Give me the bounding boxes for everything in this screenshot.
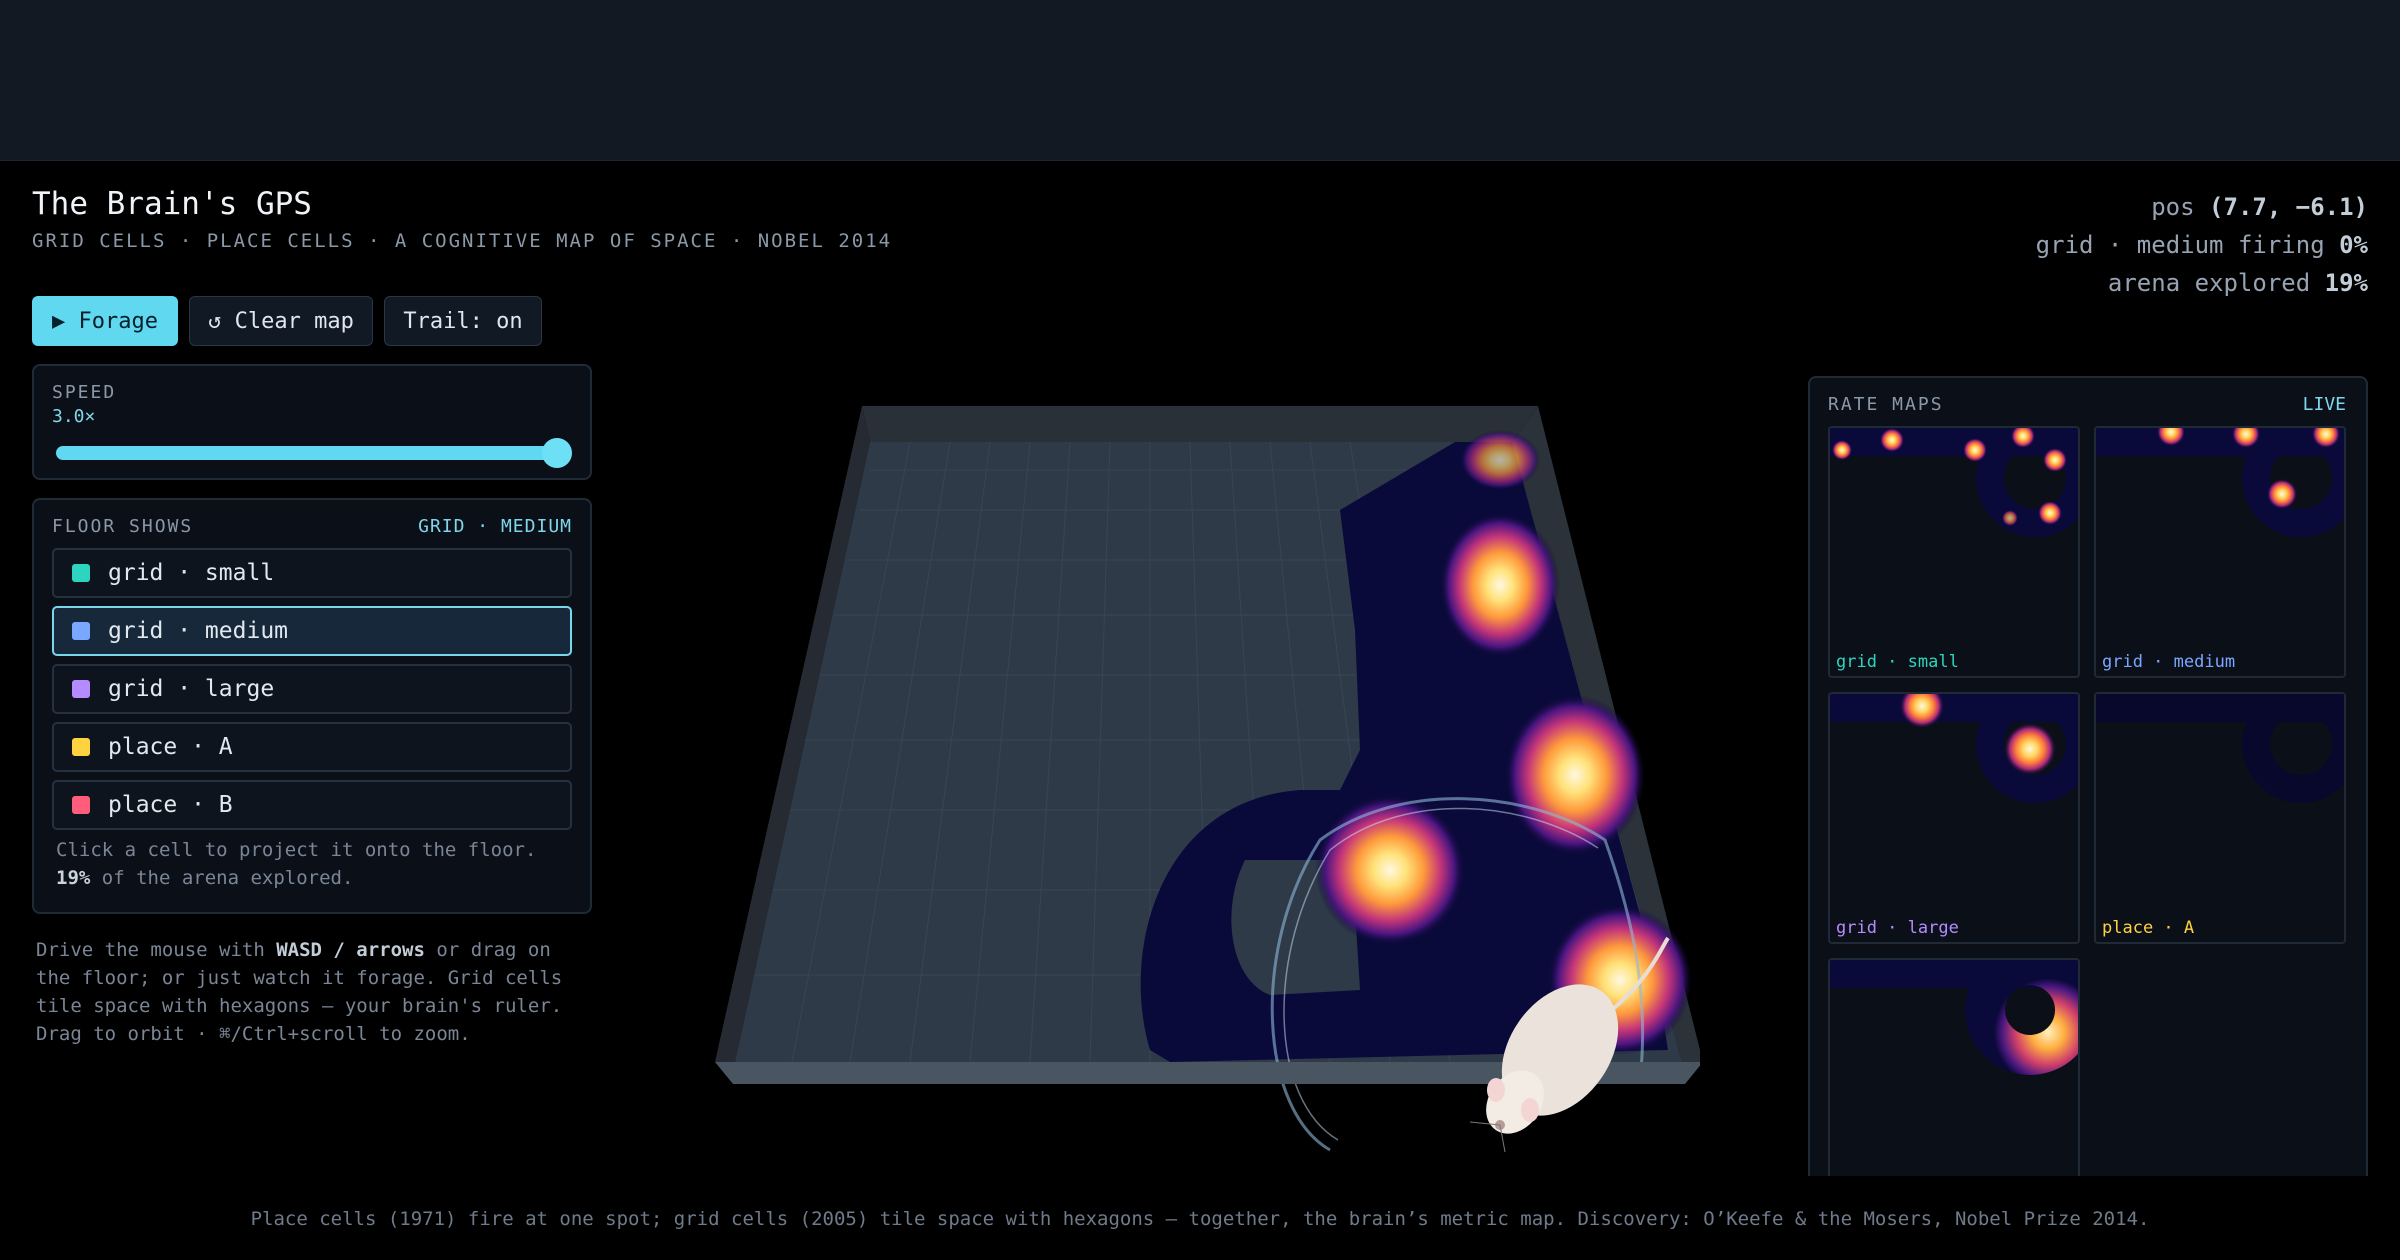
- speed-slider-handle[interactable]: [542, 438, 572, 468]
- rate-maps-panel: RATE MAPS LIVE grid · small grid · mediu…: [1808, 376, 2368, 1176]
- rate-map-grid-medium[interactable]: grid · medium: [2094, 426, 2346, 678]
- speed-value: 3.0×: [52, 406, 96, 427]
- cell-option-place-b[interactable]: place · B: [52, 780, 572, 830]
- arena-back-wall: [862, 406, 1538, 442]
- cell-option-label: grid · small: [108, 560, 275, 586]
- color-swatch: [72, 564, 90, 582]
- rate-map-label: grid · medium: [2102, 652, 2236, 672]
- rate-map-label: grid · small: [1836, 652, 1959, 672]
- top-bar: [0, 0, 2400, 161]
- floor-hint: Click a cell to project it onto the floo…: [56, 839, 537, 889]
- rate-map-grid-large[interactable]: grid · large: [1828, 692, 2080, 944]
- floor-shows-label: FLOOR SHOWS: [52, 516, 194, 537]
- color-swatch: [72, 796, 90, 814]
- cell-option-label: place · A: [108, 734, 233, 760]
- help-text: Drive the mouse with WASD / arrows or dr…: [36, 939, 563, 1045]
- firing-readout: grid · medium firing 0%: [2035, 231, 2368, 259]
- page-subtitle: GRID CELLS · PLACE CELLS · A COGNITIVE M…: [32, 230, 893, 252]
- rate-map-label: place · A: [2102, 918, 2195, 938]
- color-swatch: [72, 738, 90, 756]
- rate-map-place-b[interactable]: [1828, 958, 2080, 1176]
- cell-option-place-a[interactable]: place · A: [52, 722, 572, 772]
- live-badge: LIVE: [2302, 394, 2346, 415]
- arena-viewport[interactable]: [700, 390, 1703, 1190]
- speed-panel: SPEED 3.0×: [32, 364, 592, 480]
- help-keys: WASD / arrows: [276, 939, 425, 961]
- floor-selected-value: GRID · MEDIUM: [418, 516, 572, 537]
- rate-map-place-a[interactable]: place · A: [2094, 692, 2346, 944]
- speed-slider-track[interactable]: [56, 446, 566, 460]
- stats-readout: pos (7.7, −6.1) grid · medium firing 0% …: [2036, 188, 2368, 302]
- floor-shows-panel: FLOOR SHOWS GRID · MEDIUM grid · small g…: [32, 498, 592, 914]
- clear-map-button[interactable]: ↺ Clear map: [189, 296, 373, 346]
- position-value: (7.7, −6.1): [2209, 193, 2368, 221]
- cell-option-grid-medium[interactable]: grid · medium: [52, 606, 572, 656]
- footer-note: Place cells (1971) fire at one spot; gri…: [250, 1208, 2150, 1230]
- speed-label: SPEED: [52, 382, 117, 403]
- explored-readout: arena explored 19%: [2107, 269, 2368, 297]
- rate-maps-label: RATE MAPS: [1828, 394, 1944, 415]
- explored-value: 19%: [2324, 269, 2368, 297]
- cell-option-grid-large[interactable]: grid · large: [52, 664, 572, 714]
- forage-button[interactable]: ▶ Forage: [32, 296, 178, 346]
- trail-toggle-button[interactable]: Trail: on: [384, 296, 542, 346]
- cell-option-grid-small[interactable]: grid · small: [52, 548, 572, 598]
- cell-option-label: grid · medium: [108, 618, 289, 644]
- position-readout: pos (7.7, −6.1): [2151, 193, 2368, 221]
- page-title: The Brain's GPS: [32, 186, 312, 222]
- cell-option-label: place · B: [108, 792, 233, 818]
- rate-map-grid-small[interactable]: grid · small: [1828, 426, 2080, 678]
- firing-value: 0%: [2339, 231, 2368, 259]
- cell-option-label: grid · large: [108, 676, 275, 702]
- arena-scene[interactable]: [700, 390, 1703, 1190]
- color-swatch: [72, 622, 90, 640]
- rate-map-label: grid · large: [1836, 918, 1959, 938]
- color-swatch: [72, 680, 90, 698]
- hint-explored-pct: 19%: [56, 867, 91, 889]
